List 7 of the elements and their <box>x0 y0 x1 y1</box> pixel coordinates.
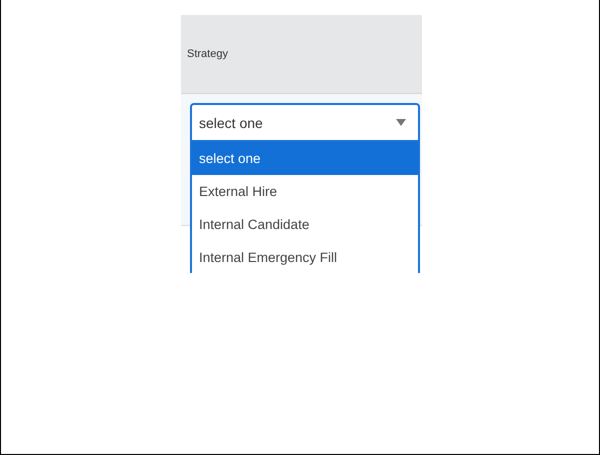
dropdown-option[interactable]: Internal Candidate <box>192 208 418 241</box>
caret-icon <box>396 119 406 126</box>
dropdown-option[interactable]: select one <box>192 142 418 175</box>
strategy-dropdown[interactable]: select one <box>190 103 420 142</box>
column-header: Strategy <box>187 48 228 60</box>
dropdown-option[interactable]: Internal Emergency Fill <box>192 241 418 273</box>
dropdown-option[interactable]: External Hire <box>192 175 418 208</box>
